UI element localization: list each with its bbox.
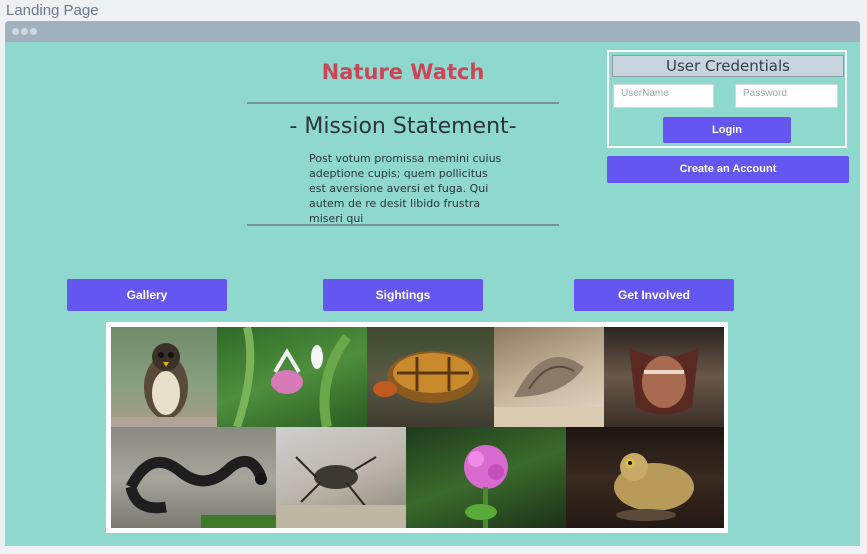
snake-photo[interactable] bbox=[111, 427, 276, 528]
create-account-button[interactable]: Create an Account bbox=[607, 156, 849, 183]
username-input[interactable]: UserName bbox=[613, 84, 714, 108]
password-input[interactable]: Password bbox=[735, 84, 838, 108]
login-button[interactable]: Login bbox=[663, 117, 791, 143]
site-title: Nature Watch bbox=[321, 60, 485, 84]
moth-photo[interactable] bbox=[494, 327, 604, 427]
divider-top bbox=[247, 102, 559, 104]
browser-window-bar bbox=[5, 21, 860, 42]
moth-image bbox=[494, 357, 604, 427]
page-label: Landing Page bbox=[6, 2, 99, 19]
orchid-image bbox=[233, 327, 352, 427]
page-canvas: Nature Watch - Mission Statement- Post v… bbox=[5, 42, 860, 546]
turtle-photo[interactable] bbox=[367, 327, 494, 427]
credentials-title: User Credentials bbox=[612, 55, 844, 77]
toad-image bbox=[614, 453, 694, 521]
turtle-image bbox=[373, 351, 479, 403]
window-dot-icon bbox=[21, 28, 28, 35]
wildflower-photo[interactable] bbox=[406, 427, 566, 528]
falcon-photo[interactable] bbox=[111, 327, 217, 427]
beetle-image bbox=[276, 456, 406, 528]
photo-gallery bbox=[106, 322, 728, 533]
orchid-photo[interactable] bbox=[217, 327, 367, 427]
bat-photo[interactable] bbox=[604, 327, 724, 427]
window-dot-icon bbox=[30, 28, 37, 35]
window-dot-icon bbox=[12, 28, 19, 35]
mission-body: Post votum promissa memini cuius adeptio… bbox=[309, 152, 502, 225]
sightings-button[interactable]: Sightings bbox=[323, 279, 483, 311]
beetle-photo[interactable] bbox=[276, 427, 406, 528]
credentials-panel: User Credentials UserName Password Login bbox=[607, 50, 847, 148]
bat-image bbox=[629, 347, 699, 415]
snake-image bbox=[125, 455, 276, 528]
get-involved-button[interactable]: Get Involved bbox=[574, 279, 734, 311]
falcon-image bbox=[111, 343, 217, 427]
wildflower-image bbox=[464, 445, 508, 528]
toad-photo[interactable] bbox=[566, 427, 724, 528]
gallery-button[interactable]: Gallery bbox=[67, 279, 227, 311]
divider-bottom bbox=[247, 224, 559, 226]
mission-heading: - Mission Statement- bbox=[289, 114, 517, 139]
